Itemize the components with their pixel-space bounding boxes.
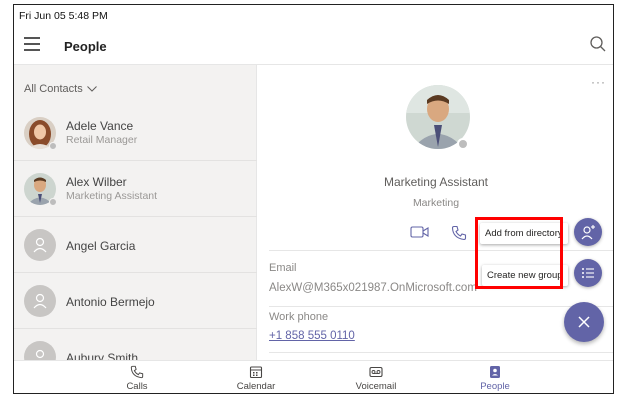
search-icon[interactable]: [589, 35, 607, 53]
contact-name: Alex Wilber: [66, 175, 127, 189]
contact-role: Retail Manager: [66, 134, 138, 146]
contacts-list: All Contacts Adele Vance Retail Manager: [14, 65, 257, 373]
chevron-down-icon: [86, 86, 97, 92]
person-icon: [33, 293, 47, 309]
phone-icon: [130, 365, 144, 379]
status-datetime: Fri Jun 05 5:48 PM: [19, 10, 108, 22]
contacts-filter-label: All Contacts: [24, 83, 83, 95]
contact-name: Angel Garcia: [66, 239, 136, 253]
email-label: Email: [269, 262, 297, 274]
create-new-group-fab[interactable]: [574, 259, 602, 287]
page-title: People: [64, 39, 107, 54]
people-icon: [490, 366, 500, 378]
hamburger-menu-icon[interactable]: [24, 37, 40, 51]
contact-item-antonio-bermejo[interactable]: Antonio Bermejo: [14, 273, 257, 329]
work-phone-label: Work phone: [269, 311, 329, 323]
avatar: [24, 285, 56, 317]
nav-calendar-label: Calendar: [236, 381, 276, 392]
nav-voicemail-label: Voicemail: [355, 381, 397, 392]
device-screen: Fri Jun 05 5:48 PM People All Contacts A…: [13, 4, 614, 394]
contact-detail-pane: ··· Marketing Assistant Marketing Email …: [258, 65, 613, 360]
nav-voicemail[interactable]: Voicemail: [336, 365, 416, 392]
presence-indicator: [49, 198, 57, 206]
app-header: People: [14, 27, 613, 65]
calendar-icon: [249, 366, 263, 379]
voicemail-icon: [369, 366, 383, 378]
nav-people-label: People: [480, 381, 510, 392]
add-person-icon: [581, 225, 595, 240]
contact-name: Adele Vance: [66, 119, 134, 133]
presence-indicator: [49, 142, 57, 150]
divider: [269, 306, 613, 307]
close-icon: [578, 316, 590, 328]
more-options-icon[interactable]: ···: [591, 75, 606, 89]
nav-calendar[interactable]: Calendar: [216, 365, 296, 392]
list-icon: [582, 268, 594, 278]
nav-calls-label: Calls: [126, 381, 148, 392]
work-phone-link[interactable]: +1 858 555 0110: [269, 330, 355, 342]
presence-indicator: [457, 138, 469, 150]
highlight-box: [475, 217, 563, 289]
phone-call-icon[interactable]: [451, 225, 467, 241]
nav-people[interactable]: People: [455, 365, 535, 392]
close-fab-button[interactable]: [564, 302, 604, 342]
contact-department: Marketing: [412, 197, 460, 209]
video-call-icon[interactable]: [410, 225, 430, 239]
person-icon: [33, 237, 47, 253]
contact-item-angel-garcia[interactable]: Angel Garcia: [14, 217, 257, 273]
divider: [269, 352, 613, 353]
contact-job-title: Marketing Assistant: [383, 175, 489, 189]
status-bar: Fri Jun 05 5:48 PM: [14, 5, 613, 27]
contact-role: Marketing Assistant: [66, 190, 158, 202]
contacts-filter-dropdown[interactable]: All Contacts: [24, 83, 97, 95]
bottom-navigation: Calls Calendar Voicemail People: [14, 360, 613, 393]
email-value[interactable]: AlexW@M365x021987.OnMicrosoft.com: [269, 282, 477, 294]
contact-item-alex-wilber[interactable]: Alex Wilber Marketing Assistant: [14, 161, 257, 217]
avatar: [24, 229, 56, 261]
contact-item-adele-vance[interactable]: Adele Vance Retail Manager: [14, 105, 257, 161]
contact-name: Antonio Bermejo: [66, 295, 155, 309]
add-from-directory-fab[interactable]: [574, 218, 602, 246]
nav-calls[interactable]: Calls: [97, 365, 177, 392]
